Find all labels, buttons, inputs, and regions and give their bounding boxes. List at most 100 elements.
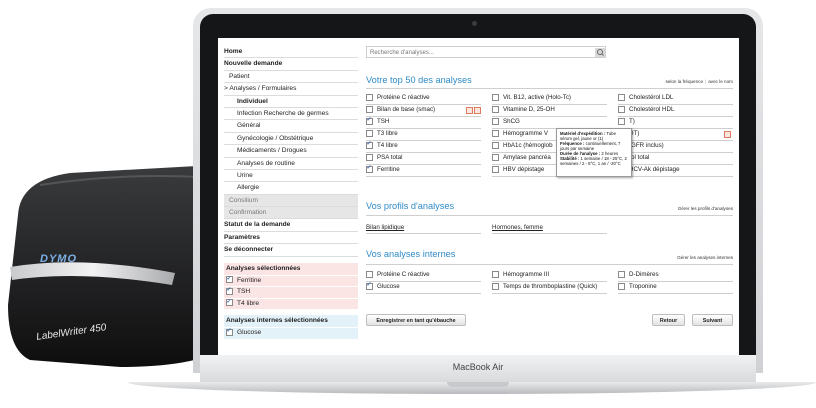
analysis-label: HbA1c (hémoglob xyxy=(503,142,553,149)
checkbox-icon[interactable] xyxy=(492,117,499,125)
checkbox-icon[interactable] xyxy=(618,117,625,125)
analysis-label: Protéine C réactive xyxy=(377,271,430,278)
checkbox-icon[interactable] xyxy=(366,165,373,173)
info-flag-icon[interactable] xyxy=(474,107,481,114)
search-input[interactable]: Recherche d'analyses... xyxy=(366,46,606,58)
sidebar-item-new-request[interactable]: Nouvelle demande xyxy=(224,58,358,71)
checkbox-icon[interactable] xyxy=(492,153,499,161)
internal-analysis-row[interactable]: Troponine xyxy=(618,282,733,294)
internal-analysis-row[interactable]: Hémogramme III xyxy=(492,270,607,282)
analysis-row[interactable]: Vitamine D, 25-OH xyxy=(492,105,607,117)
section-divider xyxy=(366,88,733,89)
checkbox-icon[interactable] xyxy=(366,282,373,290)
selected-analysis-label: TSH xyxy=(237,288,251,296)
analysis-row[interactable]: Cholestérol LDL xyxy=(618,93,733,105)
section-divider xyxy=(366,264,733,265)
analysis-row[interactable]: T3 libre xyxy=(366,129,481,141)
sidebar-item-general[interactable]: Général xyxy=(224,120,358,133)
checkbox-icon[interactable] xyxy=(226,328,233,336)
laptop-brand: MacBook Air xyxy=(452,362,504,372)
sidebar-item-analyses-forms[interactable]: > Analyses / Formulaires xyxy=(224,83,358,96)
checkbox-icon[interactable] xyxy=(618,282,625,290)
checkbox-icon[interactable] xyxy=(366,93,373,101)
manage-profiles-link[interactable]: Gérer les profils d'analyses xyxy=(678,206,733,211)
checkbox-icon[interactable] xyxy=(366,105,373,113)
profile-item[interactable]: Hormones, femme xyxy=(492,223,607,234)
selected-analysis-item[interactable]: Ferritine xyxy=(224,274,358,287)
separator: | xyxy=(705,79,707,84)
analysis-label: Protéine C réactive xyxy=(377,94,430,101)
selected-analysis-item[interactable]: T4 libre xyxy=(224,297,358,310)
checkbox-icon[interactable] xyxy=(618,93,625,101)
checkbox-icon[interactable] xyxy=(492,129,499,137)
save-draft-button[interactable]: Enregistrer en tant qu'ébauche xyxy=(366,314,466,326)
sidebar-item-allergy[interactable]: Allergie xyxy=(224,182,358,195)
analysis-row[interactable]: rol total xyxy=(618,153,733,165)
back-button[interactable]: Retour xyxy=(652,314,685,326)
analysis-row[interactable]: Protéine C réactive xyxy=(366,93,481,105)
sidebar-item-drugs[interactable]: Médicaments / Drogues xyxy=(224,145,358,158)
sidebar-item-routine[interactable]: Analyses de routine xyxy=(224,158,358,170)
analysis-row[interactable]: T) xyxy=(618,117,733,129)
analysis-label: ShCG xyxy=(503,118,520,125)
sidebar-item-confirmation[interactable]: Confirmation xyxy=(224,207,358,220)
checkbox-icon[interactable] xyxy=(226,287,233,295)
checkbox-icon[interactable] xyxy=(492,105,499,113)
internal-analysis-row[interactable]: D-Dimères xyxy=(618,270,733,282)
next-button[interactable]: Suivant xyxy=(692,314,733,326)
sidebar-item-infection[interactable]: Infection Recherche de germes xyxy=(224,108,358,121)
checkbox-icon[interactable] xyxy=(492,165,499,173)
sidebar-item-home[interactable]: Home xyxy=(224,46,358,59)
checkbox-icon[interactable] xyxy=(226,299,233,307)
checkbox-icon[interactable] xyxy=(618,270,625,278)
manage-internal-link[interactable]: Gérer les analyses internes xyxy=(677,255,733,260)
checkbox-icon[interactable] xyxy=(226,276,233,284)
analysis-row[interactable]: TSH xyxy=(366,117,481,129)
sidebar-item-urine[interactable]: Urine xyxy=(224,170,358,183)
internal-analysis-item[interactable]: Glucose xyxy=(224,327,358,339)
analysis-label: Vitamine D, 25-OH xyxy=(503,106,555,113)
analysis-row[interactable]: Cholestérol HDL xyxy=(618,105,733,117)
sidebar-item-gynecology[interactable]: Gynécologie / Obstétrique xyxy=(224,133,358,146)
analysis-label: Hémogramme V xyxy=(503,130,549,137)
sort-name-link[interactable]: avec le nom xyxy=(708,79,733,84)
internal-analysis-row[interactable]: Protéine C réactive xyxy=(366,270,481,282)
checkbox-icon[interactable] xyxy=(492,282,499,290)
checkbox-icon[interactable] xyxy=(366,129,373,137)
search-icon[interactable] xyxy=(595,48,605,57)
analysis-row[interactable]: Bilan de base (smac) xyxy=(366,105,481,117)
analysis-row[interactable]: Vit. B12, active (Holo-Tc) xyxy=(492,93,607,105)
analysis-row[interactable]: T4 libre xyxy=(366,141,481,153)
analysis-row[interactable]: PSA total xyxy=(366,153,481,165)
analysis-row[interactable]: Ferritine xyxy=(366,165,481,177)
checkbox-icon[interactable] xyxy=(366,117,373,125)
analysis-row[interactable]: (GFR inclus) xyxy=(618,141,733,153)
checkbox-icon[interactable] xyxy=(366,141,373,149)
profile-item[interactable]: Bilan lipidique xyxy=(366,223,481,234)
checkbox-icon[interactable] xyxy=(366,270,373,278)
info-flag-icon[interactable] xyxy=(466,107,473,114)
analysis-label: HBV dépistage xyxy=(503,166,545,173)
sort-options: selon la fréquence | avec le nom xyxy=(665,79,733,84)
internal-analyses-title: Analyses internes sélectionnées xyxy=(224,315,358,328)
selected-analysis-item[interactable]: TSH xyxy=(224,286,358,298)
analysis-row[interactable]: HCV-Ak dépistage xyxy=(618,165,733,177)
sidebar-item-request-status[interactable]: Statut de la demande xyxy=(224,219,358,232)
sidebar-item-patient[interactable]: Patient xyxy=(224,71,358,84)
internal-analysis-row[interactable]: Temps de thromboplastine (Quick) xyxy=(492,282,607,294)
sidebar-item-individual[interactable]: Individuel xyxy=(224,96,358,108)
sidebar-item-settings[interactable]: Paramètres xyxy=(224,232,358,245)
checkbox-icon[interactable] xyxy=(492,93,499,101)
info-flag-icon[interactable] xyxy=(724,131,731,138)
sidebar-item-logout[interactable]: Se déconnecter xyxy=(224,244,358,257)
analysis-row[interactable]: DT) xyxy=(618,129,733,141)
checkbox-icon[interactable] xyxy=(492,270,499,278)
sidebar-item-consilium[interactable]: Consilium xyxy=(224,194,358,208)
checkbox-icon[interactable] xyxy=(618,105,625,113)
analysis-row[interactable]: ShCG xyxy=(492,117,607,129)
selected-analyses-title: Analyses sélectionnées xyxy=(224,262,358,275)
checkbox-icon[interactable] xyxy=(366,153,373,161)
checkbox-icon[interactable] xyxy=(492,141,499,149)
sort-frequency-link[interactable]: selon la fréquence xyxy=(665,79,703,84)
internal-analysis-row[interactable]: Glucose xyxy=(366,282,481,294)
